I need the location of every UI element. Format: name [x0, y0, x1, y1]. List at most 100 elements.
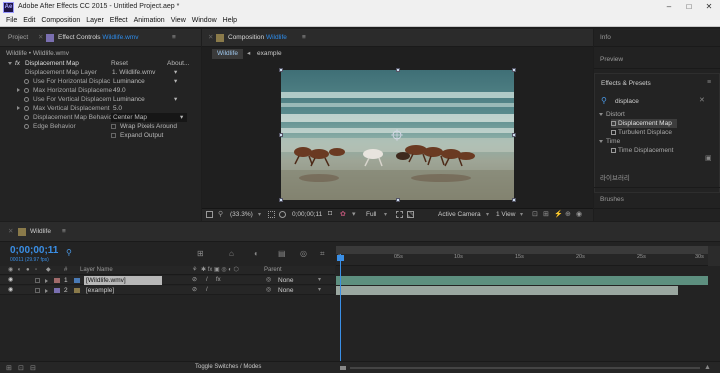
time-ruler[interactable]: 0s 05s 10s 15s 20s 25s 30s	[336, 254, 708, 266]
layer-bar-example[interactable]	[336, 286, 678, 295]
expand-icon[interactable]	[17, 86, 23, 95]
tab-composition[interactable]: Composition Wildlife	[228, 29, 287, 47]
menu-composition[interactable]: Composition	[41, 15, 80, 27]
chevron-down-icon[interactable]: ▾	[174, 95, 177, 104]
panel-menu-icon[interactable]: ≡	[707, 79, 711, 86]
chevron-down-icon[interactable]: ▾	[258, 211, 261, 218]
reset-exposure-icon[interactable]: ⊞	[543, 210, 549, 218]
prop-value-horizontal-source[interactable]: Luminance	[113, 77, 145, 86]
menu-file[interactable]: File	[6, 15, 17, 27]
graph-editor-icon[interactable]: ⌗	[320, 249, 325, 259]
collapse-icon[interactable]	[8, 59, 15, 68]
pickwhip-icon[interactable]: ◎	[266, 286, 271, 295]
lock-checkbox[interactable]	[35, 288, 40, 293]
toggle-switches-modes-button[interactable]: Toggle Switches / Modes	[195, 364, 261, 370]
views-dropdown[interactable]: 1 View	[496, 211, 515, 218]
fx-icon[interactable]: fx	[15, 59, 20, 68]
menu-layer[interactable]: Layer	[86, 15, 104, 27]
preview-panel-tab[interactable]: Preview	[594, 51, 720, 69]
about-link[interactable]: About...	[167, 59, 189, 68]
camera-icon[interactable]: ◘	[328, 210, 332, 217]
timeline-timecode[interactable]: 0;00;00;11	[10, 245, 58, 256]
viewer-timecode[interactable]: 0;00;00;11	[292, 211, 322, 218]
expand-icon[interactable]	[45, 288, 51, 295]
parent-dropdown[interactable]: None	[278, 276, 294, 285]
toggle-pixel-icon[interactable]: ⊡	[532, 210, 538, 218]
chevron-down-icon[interactable]: ▾	[318, 286, 321, 295]
chevron-down-icon[interactable]: ▾	[520, 211, 523, 218]
playhead[interactable]	[340, 254, 341, 373]
transform-handle[interactable]	[512, 133, 516, 137]
menu-window[interactable]: Window	[192, 15, 217, 27]
parent-dropdown[interactable]: None	[278, 286, 294, 295]
tree-item-turbulent-displace[interactable]: Turbulent Displace	[611, 128, 672, 137]
new-folder-icon[interactable]: ▣	[705, 154, 712, 162]
monitor-icon[interactable]	[206, 211, 213, 218]
close-icon[interactable]: ✕	[8, 222, 13, 242]
layer-name[interactable]: [example]	[84, 286, 114, 295]
draft-3d-icon[interactable]: ⌂	[229, 249, 234, 258]
camera-dropdown[interactable]: Active Camera	[438, 211, 481, 218]
menu-edit[interactable]: Edit	[23, 15, 35, 27]
fast-preview-icon[interactable]: ⚡	[554, 210, 563, 218]
zoom-dropdown[interactable]: (33.3%)	[230, 211, 253, 218]
close-icon[interactable]: ✕	[38, 29, 43, 47]
magnify-icon[interactable]: ⚲	[218, 210, 223, 218]
menu-help[interactable]: Help	[223, 15, 237, 27]
transform-handle[interactable]	[279, 133, 283, 137]
menu-effect[interactable]: Effect	[110, 15, 128, 27]
quality-switch-icon[interactable]: /	[206, 276, 208, 285]
shy-switch-icon[interactable]: ⊘	[192, 286, 197, 295]
transfer-controls-icon[interactable]: ⊡	[18, 364, 24, 372]
stopwatch-icon[interactable]	[24, 77, 32, 86]
close-icon[interactable]: ✕	[208, 29, 213, 47]
stopwatch-icon[interactable]	[24, 113, 32, 122]
expand-icon[interactable]	[45, 278, 51, 285]
minimize-button[interactable]: –	[660, 1, 678, 13]
panel-menu-icon[interactable]: ≡	[302, 29, 306, 47]
stopwatch-icon[interactable]	[24, 95, 32, 104]
transform-handle[interactable]	[396, 68, 400, 72]
layer-row[interactable]: ◉ 1 [Wildlife.wmv] ⊘ / fx ◎ None ▾	[0, 276, 335, 285]
work-area-bar[interactable]	[336, 246, 708, 254]
layer-name[interactable]: [Wildlife.wmv]	[84, 276, 162, 285]
layer-row[interactable]: ◉ 2 [example] ⊘ / ◎ None ▾	[0, 286, 335, 295]
eye-icon[interactable]: ◉	[8, 276, 13, 285]
label-color-icon[interactable]	[54, 278, 60, 283]
expand-icon[interactable]	[17, 104, 23, 113]
playhead-handle[interactable]	[337, 255, 344, 261]
tab-project[interactable]: Project	[8, 29, 28, 47]
transform-handle[interactable]	[396, 198, 400, 202]
resolution-dropdown[interactable]: Full	[366, 211, 376, 218]
label-color-icon[interactable]	[54, 288, 60, 293]
lock-checkbox[interactable]	[35, 278, 40, 283]
motion-blur-icon[interactable]: ◎	[300, 249, 307, 258]
menu-view[interactable]: View	[171, 15, 186, 27]
zoom-slider[interactable]	[350, 367, 700, 369]
transform-handle[interactable]	[279, 198, 283, 202]
effects-search-input[interactable]: displace	[615, 98, 639, 105]
stopwatch-icon[interactable]	[24, 86, 32, 95]
libraries-panel-tab[interactable]: 라이브러리	[594, 170, 720, 188]
checkbox-expand-output[interactable]	[111, 131, 116, 140]
clear-search-icon[interactable]: ✕	[699, 96, 705, 104]
chevron-down-icon[interactable]: ▾	[486, 211, 489, 218]
fx-switch-icon[interactable]: fx	[216, 276, 221, 285]
timeline-tab-wildlife[interactable]: Wildlife	[30, 222, 51, 242]
checkbox-wrap-pixels[interactable]	[111, 122, 116, 131]
prop-value-vertical-source[interactable]: Luminance	[113, 95, 145, 104]
prop-value-map-behavior[interactable]: Center Map	[111, 113, 187, 122]
snapshot-icon[interactable]: ◉	[576, 210, 582, 218]
tree-item-time-displacement[interactable]: Time Displacement	[611, 146, 673, 155]
shy-switch-icon[interactable]: ⊘	[192, 276, 197, 285]
stopwatch-icon[interactable]	[24, 104, 32, 113]
prop-value-map-layer[interactable]: 1. Wildlife.wmv	[112, 68, 155, 77]
chevron-down-icon[interactable]: ▾	[180, 113, 183, 122]
comp-viewer[interactable]	[281, 70, 514, 200]
pickwhip-icon[interactable]: ◎	[266, 276, 271, 285]
quality-switch-icon[interactable]: /	[206, 286, 208, 295]
zoom-in-icon[interactable]: ▲	[704, 364, 711, 371]
tree-item-displacement-map[interactable]: Displacement Map	[611, 119, 677, 128]
prop-value-max-vertical[interactable]: 5.0	[113, 104, 122, 113]
brushes-panel-tab[interactable]: Brushes	[594, 191, 720, 209]
